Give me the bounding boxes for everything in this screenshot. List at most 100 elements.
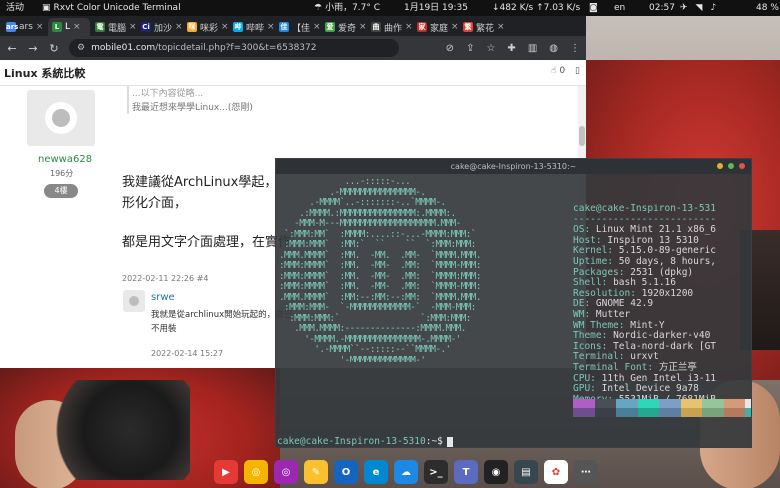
- terminal-prompt[interactable]: cake@cake-Inspiron-13-5310:~$: [277, 436, 453, 447]
- maximize-icon[interactable]: [728, 163, 734, 169]
- battery-indicator[interactable]: 48 %: [752, 0, 780, 16]
- mint-ascii-logo: ...-:::::-... .-MMMMMMMMMMMMMMM-. .-MMMM…: [279, 177, 555, 362]
- weather-indicator[interactable]: ☂ 小雨，7.7° C: [310, 0, 384, 16]
- extension-icon[interactable]: ✚: [507, 43, 515, 54]
- post-text-line: 形化介面，: [122, 196, 188, 211]
- terminal-window[interactable]: cake@cake-Inspiron-13-5310:~ ...-:::::-.…: [275, 158, 752, 448]
- vpn-icon[interactable]: ✈: [680, 3, 688, 13]
- browser-tab[interactable]: 爱爱奇 ×: [321, 18, 366, 36]
- color-swatch: [573, 408, 595, 417]
- ascii-art-line: '-MMMMMMMMMMMMM-': [279, 354, 426, 362]
- browser-tab[interactable]: 哔哔哔 ×: [229, 18, 274, 36]
- onedrive-icon[interactable]: ☁: [394, 460, 418, 484]
- avatar[interactable]: [27, 90, 95, 146]
- quote-line: 我最近想來學學Linux...(怨剛): [132, 103, 253, 113]
- tab-close-icon[interactable]: ×: [36, 22, 44, 32]
- outlook-icon[interactable]: O: [334, 460, 358, 484]
- browser-tab[interactable]: 曲曲作 ×: [367, 18, 412, 36]
- tab-close-icon[interactable]: ×: [451, 22, 458, 32]
- reply-avatar[interactable]: [123, 290, 145, 312]
- wifi-icon[interactable]: ◥: [696, 3, 703, 13]
- browser-tab[interactable]: 佳【佳 ×: [275, 18, 320, 36]
- prompt-tail: :~$: [425, 436, 443, 447]
- forward-button[interactable]: →: [27, 42, 39, 55]
- address-bar[interactable]: ⚙ mobile01.com/topicdetail.php?f=300&t=6…: [69, 39, 399, 57]
- tab-label: 【佳: [292, 23, 311, 34]
- info-value: GNOME 42.9: [595, 298, 654, 310]
- post-text-line: 我建議從ArchLinux學起，: [122, 175, 278, 190]
- tab-close-icon[interactable]: ×: [405, 22, 412, 32]
- tab-close-icon[interactable]: ×: [267, 22, 274, 32]
- browser-tab[interactable]: ars ars ×: [2, 18, 47, 36]
- info-key: Kernel: [573, 245, 608, 257]
- user-placeholder-icon: [129, 296, 139, 306]
- tab-close-icon[interactable]: ×: [129, 22, 136, 32]
- language-indicator[interactable]: en: [610, 0, 629, 16]
- github-icon[interactable]: ◉: [484, 460, 508, 484]
- ascii-art-line: :MMM:MMM- `-MMMMMMMMMMMM-` -MMM-MMM:: [279, 302, 476, 313]
- tab-close-icon[interactable]: ×: [497, 22, 504, 32]
- chrome-canary-icon[interactable]: ◎: [274, 460, 298, 484]
- toolbar: ← → ↻ ⚙ mobile01.com/topicdetail.php?f=3…: [0, 36, 586, 60]
- apps-grid-icon[interactable]: ⋯: [574, 460, 598, 484]
- activities-button[interactable]: 活动: [2, 0, 28, 16]
- app-menu[interactable]: ▣ Rxvt Color Unicode Terminal: [38, 0, 185, 16]
- reply-username[interactable]: srwe: [151, 292, 175, 303]
- profile-icon[interactable]: ◍: [549, 43, 558, 54]
- reload-button[interactable]: ↻: [48, 42, 60, 55]
- net-speed[interactable]: ↓482 K/s ↑7.03 K/s: [488, 0, 584, 16]
- stickies-icon[interactable]: ✎: [304, 460, 328, 484]
- color-swatch: [680, 408, 702, 417]
- info-value: Inspiron 13 5310: [607, 234, 699, 246]
- screenshot-icon[interactable]: ◙: [585, 0, 602, 16]
- files-icon[interactable]: ▤: [514, 460, 538, 484]
- browser-tab[interactable]: 咪咪彩 ×: [183, 18, 228, 36]
- close-icon[interactable]: [739, 163, 745, 169]
- terminal-titlebar[interactable]: cake@cake-Inspiron-13-5310:~: [276, 159, 751, 174]
- tab-favicon-icon: 爱: [325, 22, 335, 32]
- site-info-icon[interactable]: ⚙: [77, 43, 85, 53]
- browser-tab[interactable]: 繁繁花 ×: [459, 18, 504, 36]
- photos-icon[interactable]: ✿: [544, 460, 568, 484]
- url-host: mobile01.com: [91, 43, 156, 53]
- tab-favicon-icon: 繁: [463, 22, 473, 32]
- scroll-thumb[interactable]: [579, 126, 585, 146]
- tab-close-icon[interactable]: ×: [359, 22, 366, 32]
- volume-icon[interactable]: ♪: [710, 3, 716, 13]
- share-page-icon[interactable]: ▯: [575, 66, 580, 76]
- tab-close-icon[interactable]: ×: [175, 22, 182, 32]
- share-icon[interactable]: ⇪: [466, 43, 474, 54]
- browser-tab[interactable]: 家家庭 ×: [413, 18, 458, 36]
- info-key: CPU: [573, 372, 591, 384]
- post-date: 2022-02-11 22:26 #4: [122, 274, 209, 283]
- bookmark-star-icon[interactable]: ☆: [486, 43, 495, 54]
- chrome-icon[interactable]: ◎: [244, 460, 268, 484]
- sidepanel-icon[interactable]: ▥: [528, 43, 537, 54]
- browser-tab[interactable]: Ci 加沙 ×: [137, 18, 182, 36]
- menu-dots-icon[interactable]: ⋮: [570, 43, 580, 54]
- edge-icon[interactable]: e: [364, 460, 388, 484]
- info-value: Linux Mint 21.1 x86_6: [595, 224, 717, 236]
- info-value: 11th Gen Intel i3-11: [601, 372, 717, 384]
- clock[interactable]: 1月19日 19:35: [400, 0, 472, 16]
- teams-icon[interactable]: T: [454, 460, 478, 484]
- tab-close-icon[interactable]: ×: [221, 22, 228, 32]
- info-key: Host: [573, 234, 596, 246]
- tab-close-icon[interactable]: ×: [73, 22, 81, 32]
- tab-label: 爱奇: [338, 23, 357, 34]
- eye-off-icon[interactable]: ⊘: [446, 43, 454, 54]
- terminal-app-icon: ▣: [42, 3, 51, 13]
- ascii-art-line: :MMM:MMM` :MM:` `` `` `:MMM:MMM:: [279, 239, 476, 250]
- browser-tab[interactable]: L L ×: [48, 18, 90, 36]
- tab-label: 電腦: [108, 23, 127, 34]
- terminal-icon[interactable]: >_: [424, 460, 448, 484]
- tab-strip: ars ars × L L × 電電腦 × Ci 加沙 × 咪咪彩 × 哔哔哔 × 佳【佳 × 爱爱奇 × 曲曲作 × 家…: [0, 16, 586, 36]
- secondary-clock[interactable]: 02:57: [645, 0, 679, 16]
- minimize-icon[interactable]: [717, 163, 723, 169]
- tab-close-icon[interactable]: ×: [313, 22, 320, 32]
- like-button[interactable]: ☝ 0: [551, 66, 565, 76]
- youtube-icon[interactable]: ▶: [214, 460, 238, 484]
- back-button[interactable]: ←: [6, 42, 18, 55]
- username-link[interactable]: newwa628: [38, 154, 92, 165]
- browser-tab[interactable]: 電電腦 ×: [91, 18, 136, 36]
